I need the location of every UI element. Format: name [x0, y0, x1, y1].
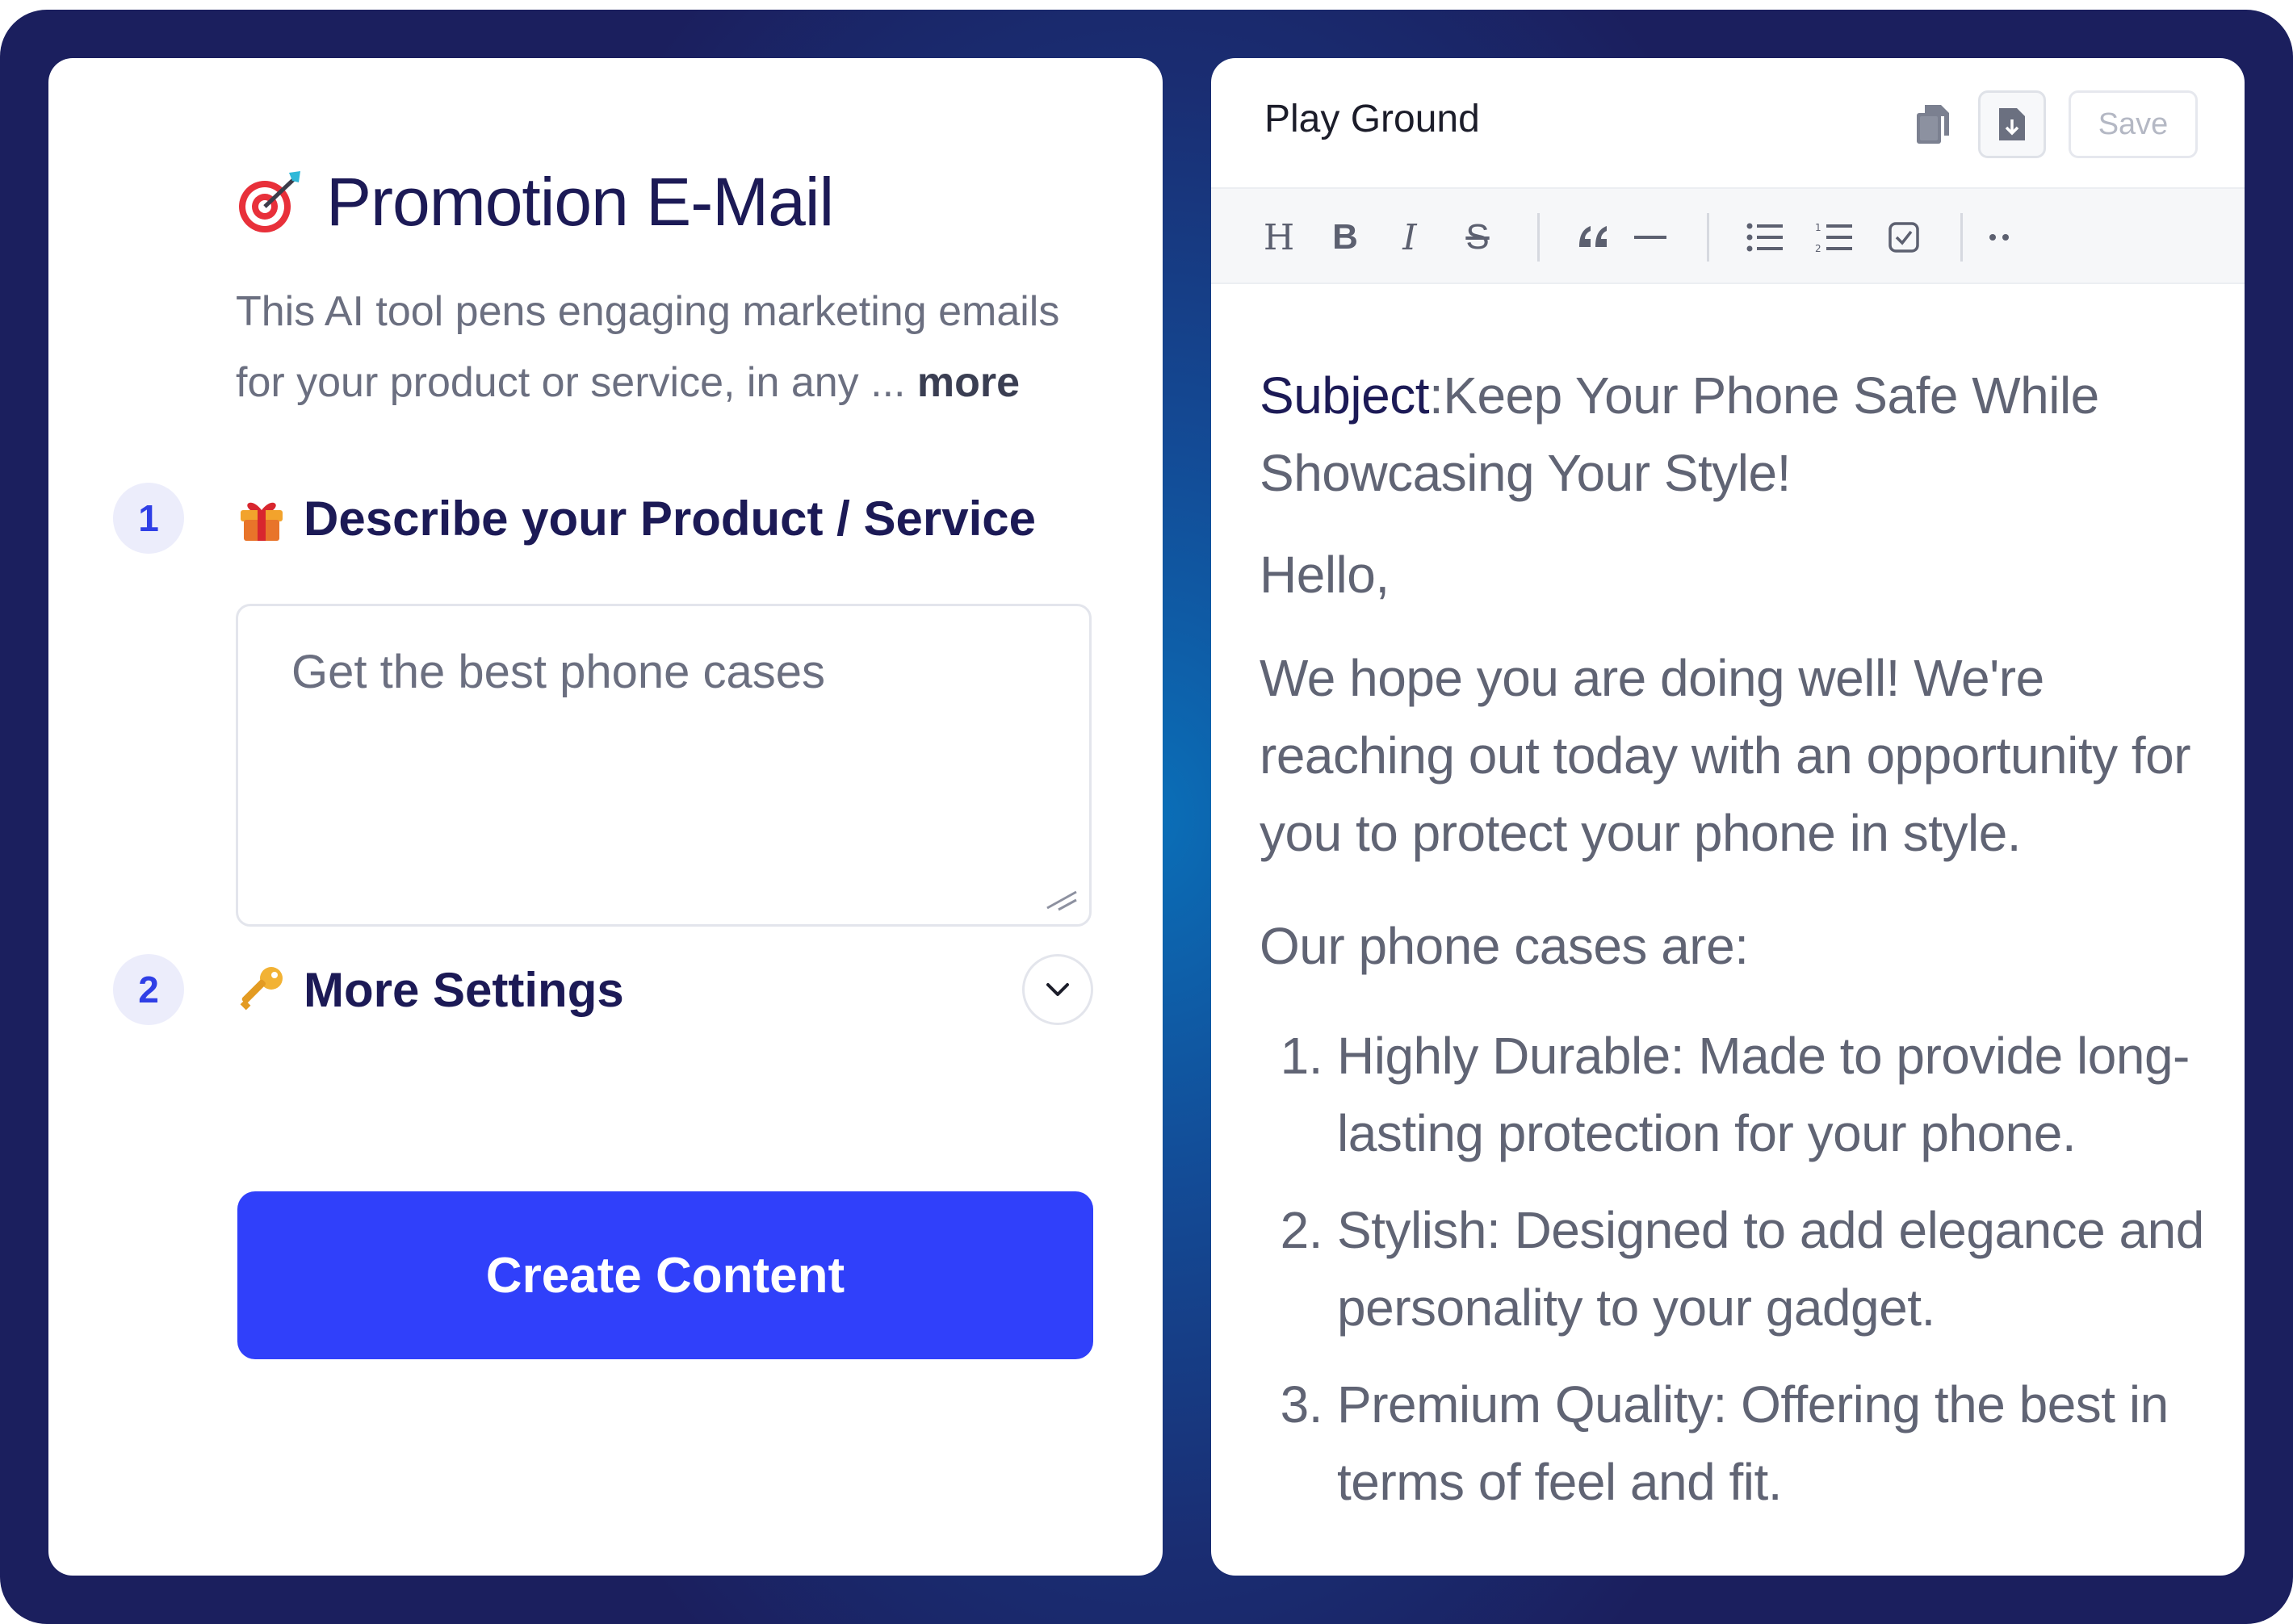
- list-item-text: Highly Durable: Made to provide long-las…: [1337, 1027, 2190, 1162]
- gift-icon: [241, 502, 283, 541]
- numbered-list-icon: 1 2: [1815, 222, 1852, 253]
- email-content[interactable]: Subject:Keep Your Phone Safe While Showc…: [1260, 357, 2212, 1521]
- toolbar-divider: [1960, 213, 1963, 262]
- editor-toolbar: H B I S 1 2: [1211, 187, 2245, 284]
- create-content-button[interactable]: Create Content: [237, 1191, 1093, 1359]
- horizontal-rule-button[interactable]: [1626, 213, 1675, 262]
- playground-title: Play Ground: [1264, 98, 1480, 140]
- list-item-number: 2.: [1280, 1201, 1323, 1259]
- step-2-badge: 2: [113, 954, 184, 1025]
- toolbar-divider: [1537, 213, 1540, 262]
- step-1-label: Describe your Product / Service: [304, 491, 1037, 546]
- more-options-button[interactable]: [1975, 213, 2023, 262]
- more-dots-icon: [1989, 234, 2009, 241]
- bullet-list-button[interactable]: [1741, 213, 1789, 262]
- subject-key: Subject: [1260, 366, 1429, 425]
- copy-icon: [1917, 105, 1949, 144]
- download-button[interactable]: [1978, 90, 2046, 158]
- checkbox-icon: [1888, 222, 1919, 253]
- step-1-badge: 1: [113, 483, 184, 554]
- svg-text:2: 2: [1815, 243, 1821, 253]
- email-intro: We hope you are doing well! We're reachi…: [1260, 649, 2191, 862]
- list-item-number: 3.: [1280, 1375, 1323, 1434]
- heading-button[interactable]: H: [1255, 213, 1303, 262]
- email-greeting: Hello,: [1260, 546, 1390, 604]
- svg-text:1: 1: [1815, 222, 1821, 233]
- quote-icon: [1579, 226, 1607, 247]
- list-item-text: Stylish: Designed to add elegance and pe…: [1337, 1201, 2204, 1337]
- step-2-heading[interactable]: More Settings: [236, 956, 624, 1023]
- tool-header: Promotion E-Mail: [236, 161, 834, 242]
- copy-button[interactable]: [1899, 90, 1967, 158]
- target-dart-icon: [239, 171, 300, 232]
- tool-title: Promotion E-Mail: [326, 163, 834, 240]
- more-link[interactable]: more: [917, 359, 1020, 406]
- tool-description: This AI tool pens engaging marketing ema…: [236, 276, 1108, 418]
- download-file-icon: [1999, 108, 2025, 140]
- list-item: 1. Highly Durable: Made to provide long-…: [1260, 1017, 2212, 1172]
- italic-button[interactable]: I: [1385, 213, 1434, 262]
- expand-settings-button[interactable]: [1022, 954, 1093, 1025]
- key-icon: [240, 967, 283, 1011]
- list-item: 3. Premium Quality: Offering the best in…: [1260, 1366, 2212, 1521]
- email-list-intro: Our phone cases are:: [1260, 917, 1749, 975]
- product-description-input[interactable]: Get the best phone cases: [236, 604, 1092, 927]
- step-2-label: More Settings: [304, 962, 624, 1017]
- list-item: 2. Stylish: Designed to add elegance and…: [1260, 1191, 2212, 1346]
- app-frame: Promotion E-Mail This AI tool pens engag…: [0, 10, 2293, 1624]
- task-list-button[interactable]: [1880, 213, 1928, 262]
- step-1-heading: Describe your Product / Service: [236, 484, 1036, 552]
- playground-header: Play Ground Save: [1211, 58, 2245, 187]
- numbered-list-button[interactable]: 1 2: [1810, 213, 1859, 262]
- horizontal-rule-icon: [1634, 236, 1666, 239]
- bullet-list-icon: [1746, 223, 1783, 252]
- bold-button[interactable]: B: [1321, 213, 1369, 262]
- playground-panel: Play Ground Save H B I S 1 2 Subject:Kee…: [1211, 58, 2245, 1576]
- resize-handle-icon[interactable]: [1041, 876, 1079, 915]
- chevron-down-icon: [1046, 983, 1069, 996]
- list-item-text: Premium Quality: Offering the best in te…: [1337, 1375, 2169, 1511]
- toolbar-divider: [1707, 213, 1709, 262]
- strikethrough-button[interactable]: S: [1453, 213, 1502, 262]
- quote-button[interactable]: [1570, 213, 1618, 262]
- save-button[interactable]: Save: [2069, 90, 2198, 158]
- tool-form-panel: Promotion E-Mail This AI tool pens engag…: [48, 58, 1163, 1576]
- product-description-value: Get the best phone cases: [291, 646, 825, 698]
- email-subject: Subject:Keep Your Phone Safe While Showc…: [1260, 357, 2212, 512]
- list-item-number: 1.: [1280, 1027, 1323, 1085]
